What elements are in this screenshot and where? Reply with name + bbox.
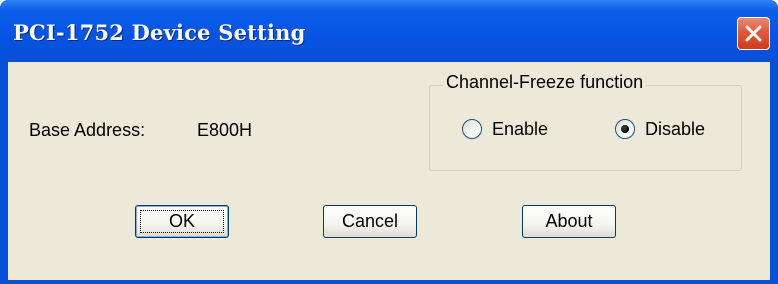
disable-radio[interactable] <box>615 119 635 139</box>
cancel-button-label: Cancel <box>341 211 399 231</box>
dialog-client-area: Base Address: E800H Channel-Freeze funct… <box>8 62 770 280</box>
base-address-label: Base Address: <box>29 120 146 140</box>
title-bar[interactable]: PCI-1752 Device Setting <box>0 0 778 62</box>
channel-freeze-legend: Channel-Freeze function <box>443 72 647 93</box>
enable-radio-option[interactable]: Enable <box>462 117 562 143</box>
focus-rectangle <box>140 210 224 233</box>
enable-radio[interactable] <box>462 119 482 139</box>
cancel-button[interactable]: Cancel <box>323 205 417 238</box>
close-icon <box>745 25 762 42</box>
disable-radio-label: Disable <box>645 119 706 139</box>
ok-button[interactable]: OK <box>135 205 229 238</box>
base-address-value: E800H <box>197 120 253 140</box>
dialog-window: PCI-1752 Device Setting Base Address: E8… <box>0 0 778 284</box>
window-title: PCI-1752 Device Setting <box>13 20 306 45</box>
about-button-label: About <box>545 211 593 231</box>
radio-selected-dot <box>621 125 629 133</box>
disable-radio-option[interactable]: Disable <box>615 117 730 143</box>
about-button[interactable]: About <box>522 205 616 238</box>
close-button[interactable] <box>737 17 770 50</box>
enable-radio-label: Enable <box>492 119 549 139</box>
